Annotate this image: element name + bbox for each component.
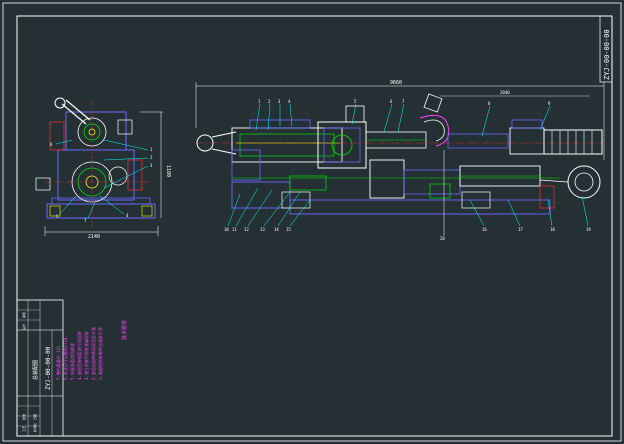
side-balloon-3: 3	[150, 163, 153, 168]
tech-req-line-7: 7.整机重量约 12t	[55, 345, 61, 380]
main-balloon-6: 6	[390, 99, 393, 104]
tech-req-line-1: 1.装配前所有零件应清洗干净	[97, 327, 103, 380]
main-balloon-11: 11	[232, 227, 237, 232]
tech-requirements: 技术要求 1.装配前所有零件应清洗干净 2.各运动部件转动灵活无卡滞 3.液压系…	[55, 320, 128, 380]
tech-req-line-5: 5.外露表面涂防锈漆	[69, 343, 75, 380]
main-balloon-18: 18	[550, 227, 555, 232]
title-block-drawing-no: ZYJ-00-00-00	[45, 346, 52, 390]
main-balloon-7: 7	[402, 99, 405, 104]
main-balloon-13: 13	[260, 227, 265, 232]
drawing-canvas: ZYJ-00-00-00 2140 1180 1 2 3 4 5 6 7 966…	[2, 2, 622, 442]
main-balloon-10: 10	[224, 227, 229, 232]
side-balloon-6: 6	[50, 142, 53, 147]
dim-side-width: 2140	[88, 234, 100, 240]
main-balloon-1: 1	[258, 99, 261, 104]
main-balloon-9: 9	[548, 101, 551, 106]
tech-req-title: 技术要求	[121, 320, 128, 340]
main-balloon-8: 8	[488, 101, 491, 106]
main-balloon-20: 20	[440, 236, 445, 241]
main-balloon-19: 19	[586, 227, 591, 232]
tech-req-line-4: 4.装配后按规定进行试运转	[76, 331, 82, 380]
main-balloon-12: 12	[244, 227, 249, 232]
tech-req-line-2: 2.各运动部件转动灵活无卡滞	[90, 327, 96, 380]
main-balloon-15: 15	[286, 227, 291, 232]
main-balloon-4: 4	[288, 99, 291, 104]
dim-main-length: 9660	[390, 80, 402, 86]
title-block-name: 总装配图	[32, 360, 39, 380]
title-block-row-4: 批准	[21, 414, 26, 420]
main-balloon-2: 2	[268, 99, 271, 104]
title-block-row-3: 工艺	[21, 426, 26, 432]
side-balloon-1: 1	[150, 147, 153, 152]
main-balloon-3: 3	[278, 99, 281, 104]
dim-segment: 2040	[500, 90, 510, 95]
main-balloon-17: 17	[518, 227, 523, 232]
title-block-row-6: 日期	[32, 414, 37, 420]
title-block-row-2: 审核	[21, 312, 26, 318]
main-balloon-16: 16	[482, 227, 487, 232]
side-view-labels: 1 2 3 4 5 6 7	[50, 142, 153, 223]
tech-req-line-3: 3.液压系统不得有渗漏现象	[83, 331, 89, 380]
title-block-row-1: 设计	[21, 324, 26, 330]
title-block-row-5: 标准化	[32, 423, 37, 432]
main-balloon-5: 5	[354, 99, 357, 104]
side-balloon-2: 2	[150, 155, 153, 160]
sheet-inner-frame	[16, 15, 613, 437]
dim-side-height: 1180	[165, 165, 171, 177]
side-balloon-7: 7	[84, 218, 87, 223]
main-balloon-14: 14	[274, 227, 279, 232]
code-box-top: ZYJ-00-00-00	[599, 15, 613, 83]
side-balloon-4: 4	[126, 213, 129, 218]
code-top-text: ZYJ-00-00-00	[603, 29, 611, 80]
